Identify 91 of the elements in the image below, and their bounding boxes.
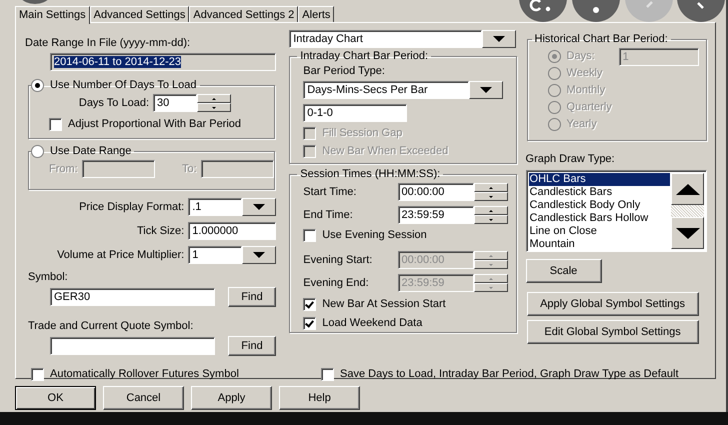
field-label: Evening Start: <box>303 254 372 266</box>
checkbox-label: New Bar When Exceeded <box>322 145 448 158</box>
find-button[interactable]: Find <box>228 336 276 356</box>
checkbox[interactable] <box>303 229 316 242</box>
checkbox-label: Use Evening Session <box>322 229 427 242</box>
selected-text: 2014-06-11 to 2014-12-23 <box>54 56 182 68</box>
spin-up-button[interactable] <box>474 274 508 283</box>
tab[interactable]: Advanced Settings <box>90 6 190 22</box>
radio-button[interactable] <box>31 79 44 92</box>
spin-field[interactable]: 00:00:00 <box>398 183 474 201</box>
checkbox[interactable] <box>303 317 316 330</box>
field-label: Evening End: <box>303 277 369 289</box>
dropdown-field[interactable]: Days-Mins-Secs Per Bar <box>303 81 470 99</box>
group-title: Intraday Chart Bar Period: <box>299 50 430 63</box>
find-button[interactable]: Find <box>228 287 276 307</box>
field-label: Graph Draw Type: <box>526 153 616 166</box>
scrollbar-track[interactable] <box>671 205 704 217</box>
tab[interactable]: Alerts <box>298 6 334 22</box>
radio-label: Quarterly <box>566 101 612 114</box>
checkbox[interactable] <box>321 368 334 381</box>
field-label: Date Range In File (yyyy-mm-dd): <box>25 37 192 50</box>
radio-label: Yearly <box>566 118 597 131</box>
list-item[interactable]: OHLC Bars <box>528 173 670 186</box>
symbol-field[interactable] <box>50 337 215 355</box>
checkbox-label: Automatically Rollover Futures Symbol <box>50 368 239 381</box>
field-label: Tick Size: <box>136 225 184 237</box>
dropdown-button[interactable] <box>242 198 276 216</box>
checkbox-label: Save Days to Load, Intraday Bar Period, Graph Draw Type as Default <box>340 368 679 381</box>
radio-label: Use Number Of Days To Load <box>50 79 197 92</box>
symbol-field[interactable]: GER30 <box>50 288 215 306</box>
field-label: Bar Period Type: <box>303 65 386 78</box>
group-title: Historical Chart Bar Period: <box>534 33 669 46</box>
radio-label: Weekly <box>566 67 602 80</box>
list-box[interactable]: OHLC Bars Candlestick Bars Candlestick Body Only Candlestick Bars Hollow Line on Close Mountain <box>526 170 707 252</box>
checkbox-label: Load Weekend Data <box>322 317 422 330</box>
checkbox-label: Adjust Proportional With Bar Period <box>68 118 242 131</box>
field-label: Days To Load: <box>78 97 149 109</box>
dialog-button[interactable]: Apply <box>191 386 272 410</box>
field-label: Volume at Price Multiplier: <box>57 249 184 261</box>
tab[interactable]: Main Settings <box>15 6 90 24</box>
scroll-up-button[interactable] <box>671 173 704 205</box>
spin-field[interactable]: 30 <box>153 94 197 112</box>
action-button[interactable]: Apply Global Symbol Settings <box>526 292 699 316</box>
checkbox[interactable] <box>49 118 62 131</box>
spin-up-button[interactable] <box>474 183 508 192</box>
spin-up-button[interactable] <box>474 206 508 215</box>
dropdown-button[interactable] <box>469 81 504 99</box>
checkbox[interactable] <box>303 298 316 311</box>
field-label: Symbol: <box>28 271 69 284</box>
text-field[interactable]: 0-1-0 <box>303 104 408 122</box>
spin-up-button[interactable] <box>474 251 508 260</box>
list-item[interactable]: Candlestick Bars <box>528 186 670 199</box>
checkbox-label: Fill Session Gap <box>322 127 402 140</box>
field-label: Trade and Current Quote Symbol: <box>28 320 194 333</box>
action-button[interactable]: Scale <box>526 259 602 283</box>
spin-down-button[interactable] <box>474 192 508 201</box>
field-label: From: <box>49 163 78 175</box>
group-title: Session Times (HH:MM:SS): <box>299 168 442 181</box>
action-button[interactable]: Edit Global Symbol Settings <box>526 320 699 344</box>
list-item[interactable]: Line on Close <box>528 225 670 238</box>
dropdown-button[interactable] <box>482 30 516 48</box>
dropdown-field[interactable]: 1 <box>188 246 242 264</box>
checkbox-label: New Bar At Session Start <box>322 298 446 311</box>
spin-up-button[interactable] <box>197 94 231 103</box>
dropdown-field[interactable]: Intraday Chart <box>289 30 482 48</box>
scroll-down-button[interactable] <box>671 217 704 249</box>
radio-label: Use Date Range <box>50 145 132 158</box>
spin-down-button[interactable] <box>197 103 231 112</box>
field-label: To: <box>182 163 197 175</box>
spin-down-button[interactable] <box>474 215 508 224</box>
field-label: Price Display Format: <box>79 201 184 213</box>
spin-field[interactable]: 23:59:59 <box>398 206 474 224</box>
spin-down-button[interactable] <box>474 283 508 292</box>
checkbox[interactable] <box>31 368 44 381</box>
dropdown-field[interactable]: .1 <box>188 198 242 216</box>
tab[interactable]: Advanced Settings 2 <box>189 6 298 22</box>
list-item[interactable]: Candlestick Body Only <box>528 199 670 212</box>
dialog-button[interactable]: OK <box>15 386 96 410</box>
list-item[interactable]: Candlestick Bars Hollow <box>528 212 670 225</box>
share-icon[interactable] <box>519 0 567 22</box>
radio-label: Monthly <box>566 84 606 97</box>
dialog-button[interactable]: Help <box>279 386 360 410</box>
text-field[interactable]: 1.000000 <box>188 222 276 240</box>
field-label: Start Time: <box>303 186 356 198</box>
radio-label: Days: <box>566 50 595 63</box>
list-item[interactable]: Mountain <box>528 238 670 251</box>
dropdown-button[interactable] <box>242 246 276 264</box>
date-range-field[interactable]: 2014-06-11 to 2014-12-23 <box>50 53 276 71</box>
dialog-button[interactable]: Cancel <box>103 386 184 410</box>
spin-down-button[interactable] <box>474 260 508 269</box>
field-label: End Time: <box>303 209 353 221</box>
